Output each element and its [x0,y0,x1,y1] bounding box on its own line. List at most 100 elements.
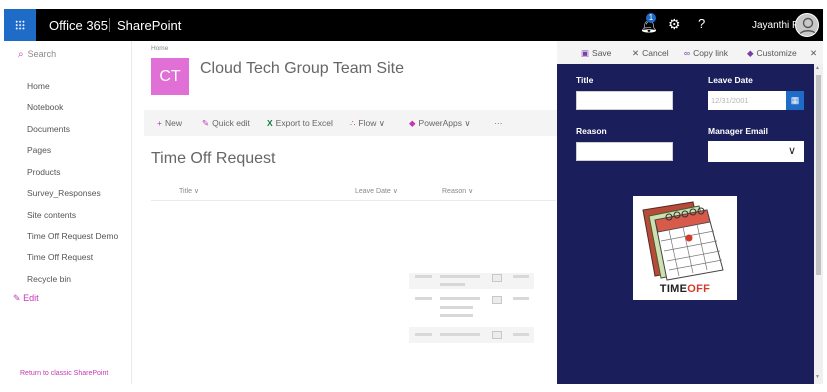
nav-item-documents[interactable]: Documents [27,124,70,134]
pencil-icon: ✎ [202,118,210,128]
site-title[interactable]: Cloud Tech Group Team Site [200,60,404,78]
placeholder-bar [513,297,529,300]
placeholder-bar [415,297,432,300]
save-label: Save [592,48,612,58]
column-header-reason[interactable]: Reason ∨ [442,187,473,195]
placeholder-bar [440,283,465,286]
manager-email-label: Manager Email [708,126,768,136]
help-icon[interactable]: ? [698,16,705,31]
close-panel-button[interactable]: ✕ [810,48,820,59]
calendar-icon[interactable]: ▦ [786,91,804,110]
export-label: Export to Excel [275,118,333,128]
plus-icon: + [157,118,162,128]
column-leave-date-label: Leave Date [355,188,391,195]
time-off-image: TIMEOFF [633,196,737,300]
nav-item-survey-responses[interactable]: Survey_Responses [27,188,101,198]
pencil-icon: ✎ [13,293,21,303]
placeholder-bar [513,275,529,278]
nav-item-notebook[interactable]: Notebook [27,102,63,112]
sharepoint-app-name[interactable]: SharePoint [117,18,181,33]
title-field-label: Title [576,75,594,85]
placeholder-bar [440,314,473,317]
image-placeholder-icon [492,296,502,304]
column-title-label: Title [179,188,192,195]
search-box[interactable]: ⌕ Search [18,49,56,60]
avatar[interactable] [795,13,819,37]
placeholder-bar [415,275,432,278]
title-field[interactable] [576,91,673,110]
copy-link-button[interactable]: ∞ Copy link [684,48,728,58]
customize-button[interactable]: ◆ Customize [747,48,797,59]
link-icon: ∞ [684,48,691,58]
list-title: Time Off Request [151,150,276,167]
nav-item-site-contents[interactable]: Site contents [27,210,76,220]
powerapps-icon: ◆ [747,48,754,58]
reason-field[interactable] [576,142,673,161]
nav-item-time-off-request[interactable]: Time Off Request [27,252,93,262]
time-off-caption-accent: OFF [687,283,711,295]
powerapps-menu[interactable]: ◆ PowerApps ∨ [409,118,471,129]
gear-icon[interactable]: ⚙ [668,16,681,33]
app-launcher-button[interactable] [4,9,36,41]
image-placeholder-icon [492,274,502,282]
nav-item-home[interactable]: Home [27,81,50,91]
waffle-icon [15,20,25,30]
scroll-up-arrow-icon[interactable]: ▲ [815,65,820,71]
chevron-down-icon: ∨ [464,118,471,128]
site-logo[interactable]: CT [151,58,189,95]
flow-label: Flow [358,118,377,128]
placeholder-bar [513,333,529,336]
left-navigation: ⌕ Search Home Notebook Documents Pages Pr… [4,41,132,384]
cancel-button[interactable]: ✕ Cancel [632,48,669,59]
edit-label: Edit [23,293,39,303]
more-commands-button[interactable]: ··· [494,118,503,128]
save-icon: ▣ [581,48,590,58]
customize-label: Customize [756,48,797,58]
quick-edit-label: Quick edit [212,118,250,128]
chevron-down-icon: ∨ [193,188,200,195]
placeholder-bar [440,306,473,309]
panel-scrollbar-thumb[interactable] [816,75,821,275]
chevron-down-icon: ∨ [788,145,797,157]
breadcrumb[interactable]: Home [151,45,168,52]
manager-email-dropdown[interactable]: ∨ [708,141,804,162]
nav-item-products[interactable]: Products [27,167,61,177]
return-to-classic-link[interactable]: Return to classic SharePoint [20,370,108,377]
time-off-caption: TIMEOFF [633,283,737,295]
placeholder-bar [440,333,480,336]
nav-item-recycle-bin[interactable]: Recycle bin [27,274,71,284]
save-button[interactable]: ▣ Save [581,48,611,59]
column-header-leave-date[interactable]: Leave Date ∨ [355,187,398,195]
search-placeholder: Search [27,49,57,59]
cancel-label: Cancel [642,48,669,58]
new-label: New [164,118,182,128]
office365-brand[interactable]: Office 365 [49,18,108,33]
flow-menu[interactable]: ∴ Flow ∨ [350,118,385,129]
panel-toolbar: ▣ Save ✕ Cancel ∞ Copy link ◆ Customize ✕ [557,41,823,64]
suite-bar: Office 365 SharePoint 🔔︎ 1 ⚙ ? Jayanthi … [4,9,823,41]
time-off-caption-main: TIME [659,283,688,295]
quick-edit-button[interactable]: ✎ Quick edit [202,118,250,129]
chevron-down-icon: ∨ [468,188,474,195]
placeholder-bar [415,333,432,336]
leave-date-picker[interactable]: 12/31/2001 ▦ [708,91,804,110]
notification-count-badge: 1 [646,13,656,23]
excel-icon: X [267,118,273,128]
user-name[interactable]: Jayanthi P [752,20,799,31]
column-header-divider [151,200,556,201]
nav-item-time-off-request-demo[interactable]: Time Off Request Demo [27,231,118,241]
powerapps-icon: ◆ [409,118,416,128]
column-header-title[interactable]: Title ∨ [179,187,199,195]
close-icon: ✕ [632,48,640,58]
placeholder-bar [440,275,480,278]
scroll-down-arrow-icon[interactable]: ▼ [815,374,820,380]
suite-divider [109,18,110,32]
new-button[interactable]: + New [157,118,182,128]
edit-nav-link[interactable]: ✎ Edit [13,293,39,304]
export-excel-button[interactable]: X Export to Excel [267,118,333,128]
leave-date-placeholder: 12/31/2001 [711,96,749,105]
placeholder-bar [440,297,480,300]
command-bar: + New ✎ Quick edit X Export to Excel ∴ Flow … [144,110,558,136]
image-placeholder-icon [492,331,502,339]
nav-item-pages[interactable]: Pages [27,145,51,155]
